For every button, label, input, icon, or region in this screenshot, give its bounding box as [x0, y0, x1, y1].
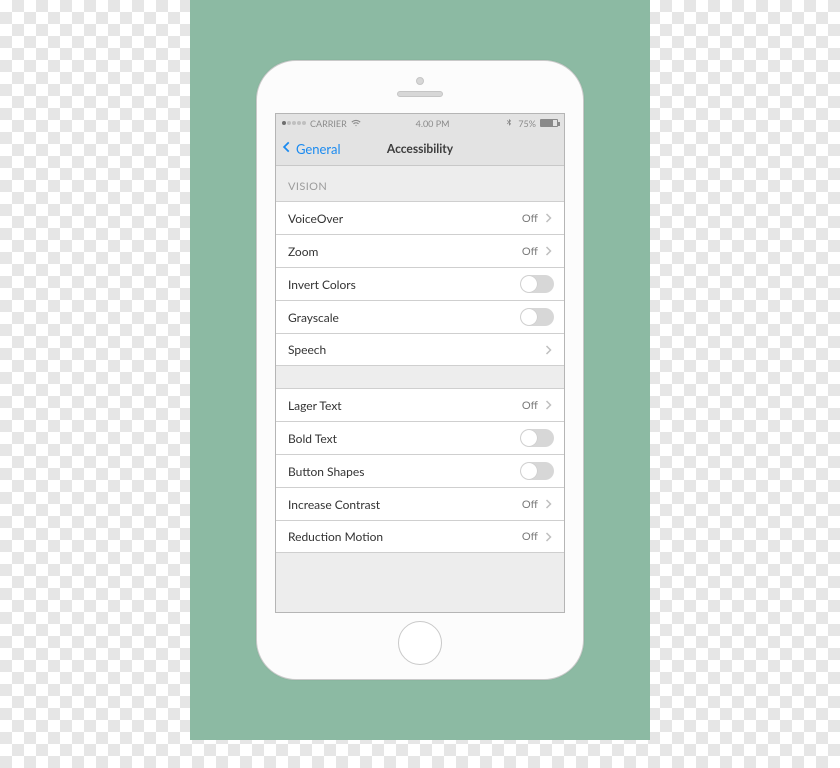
row-value: Off — [522, 399, 538, 412]
row-label: Lager Text — [288, 398, 342, 413]
camera-dot — [416, 77, 424, 85]
row-label: Zoom — [288, 244, 318, 259]
nav-bar: General Accessibility — [276, 132, 564, 166]
section-spacer — [276, 366, 564, 388]
chevron-right-icon — [542, 399, 554, 411]
chevron-right-icon — [542, 212, 554, 224]
chevron-right-icon — [542, 498, 554, 510]
signal-dots-icon — [282, 121, 306, 125]
row-label: VoiceOver — [288, 211, 343, 226]
row-label: Increase Contrast — [288, 497, 380, 512]
row-speech[interactable]: Speech — [276, 333, 564, 366]
toggle-switch[interactable] — [520, 429, 554, 447]
row-zoom[interactable]: Zoom Off — [276, 234, 564, 267]
group-text: Lager Text Off Bold Text Button Shapes — [276, 388, 564, 553]
section-header-vision: VISION — [276, 166, 564, 201]
home-button[interactable] — [398, 621, 442, 665]
carrier-label: CARRIER — [310, 118, 347, 129]
phone-frame: CARRIER 4.00 PM 75% General Ac — [256, 60, 584, 680]
row-value: Off — [522, 498, 538, 511]
row-increase-contrast[interactable]: Increase Contrast Off — [276, 487, 564, 520]
wifi-icon — [351, 118, 361, 128]
row-label: Grayscale — [288, 310, 339, 325]
toggle-switch[interactable] — [520, 275, 554, 293]
settings-list[interactable]: VISION VoiceOver Off Zoom Off — [276, 166, 564, 612]
row-larger-text[interactable]: Lager Text Off — [276, 388, 564, 421]
toggle-switch[interactable] — [520, 462, 554, 480]
row-invert-colors[interactable]: Invert Colors — [276, 267, 564, 300]
page-title: Accessibility — [387, 141, 453, 156]
status-bar: CARRIER 4.00 PM 75% — [276, 114, 564, 132]
row-value: Off — [522, 245, 538, 258]
bluetooth-icon — [504, 118, 514, 128]
chevron-right-icon — [542, 344, 554, 356]
row-label: Speech — [288, 342, 326, 357]
row-reduce-motion[interactable]: Reduction Motion Off — [276, 520, 564, 553]
back-button[interactable]: General — [280, 140, 341, 157]
row-value: Off — [522, 212, 538, 225]
row-grayscale[interactable]: Grayscale — [276, 300, 564, 333]
back-label: General — [296, 141, 341, 157]
screen: CARRIER 4.00 PM 75% General Ac — [275, 113, 565, 613]
battery-pct: 75% — [518, 118, 536, 129]
status-time: 4.00 PM — [416, 118, 450, 129]
group-vision: VoiceOver Off Zoom Off Invert Colors — [276, 201, 564, 366]
toggle-switch[interactable] — [520, 308, 554, 326]
row-label: Bold Text — [288, 431, 337, 446]
row-value: Off — [522, 530, 538, 543]
row-button-shapes[interactable]: Button Shapes — [276, 454, 564, 487]
chevron-left-icon — [280, 140, 294, 157]
row-voiceover[interactable]: VoiceOver Off — [276, 201, 564, 234]
row-label: Button Shapes — [288, 464, 364, 479]
row-bold-text[interactable]: Bold Text — [276, 421, 564, 454]
earpiece — [397, 91, 443, 97]
row-label: Invert Colors — [288, 277, 356, 292]
chevron-right-icon — [542, 245, 554, 257]
battery-icon — [540, 119, 558, 127]
chevron-right-icon — [542, 531, 554, 543]
row-label: Reduction Motion — [288, 529, 383, 544]
